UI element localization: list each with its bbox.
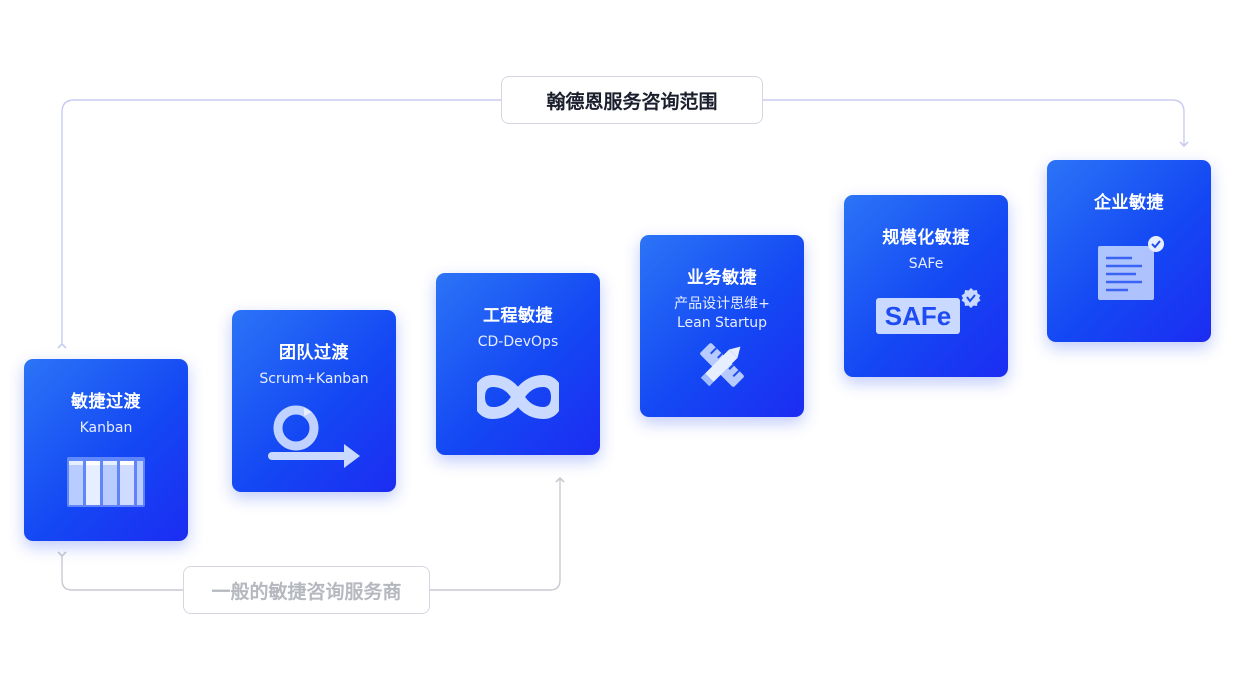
general-provider-label: 一般的敏捷咨询服务商 [183, 566, 430, 614]
pencil-ruler-icon [700, 343, 744, 387]
card-engineering-agility: 工程敏捷 CD-DevOps [436, 273, 600, 455]
scope-connector-line [57, 99, 1189, 349]
card-subtitle: CD-DevOps [477, 334, 559, 350]
infinity-loop-icon [477, 375, 559, 419]
safe-logo-text: SAFe [884, 301, 952, 331]
card-subtitle: SAFe [908, 256, 944, 272]
card-business-agility: 业务敏捷 产品设计思维+ Lean Startup [640, 235, 804, 417]
card-subtitle: Scrum+Kanban [259, 371, 369, 387]
card-title: 企业敏捷 [1094, 193, 1164, 213]
card-agile-transition: 敏捷过渡 Kanban [24, 359, 188, 541]
card-title: 规模化敏捷 [882, 228, 970, 248]
safe-logo-icon: SAFe [876, 298, 960, 334]
card-team-transition: 团队过渡 Scrum+Kanban [232, 310, 396, 492]
scope-label: 翰德恩服务咨询范围 [501, 76, 763, 124]
document-check-icon [1098, 236, 1164, 300]
card-title: 团队过渡 [279, 343, 349, 363]
card-scaled-agility: 规模化敏捷 SAFe SAFe [844, 195, 1008, 377]
card-subtitle: Kanban [79, 420, 133, 436]
card-title: 工程敏捷 [483, 306, 553, 326]
card-title: 业务敏捷 [687, 268, 757, 288]
card-title: 敏捷过渡 [71, 392, 141, 412]
kanban-board-icon [67, 457, 145, 507]
badge-check-icon [961, 288, 981, 308]
card-subtitle: 产品设计思维+ Lean Startup [674, 296, 770, 331]
card-enterprise-agility: 企业敏捷 [1047, 160, 1211, 342]
scrum-cycle-icon [268, 405, 360, 468]
agile-consulting-scope-diagram: 翰德恩服务咨询范围 一般的敏捷咨询服务商 敏捷过渡 Kanban 团队过渡 Sc… [0, 0, 1236, 690]
